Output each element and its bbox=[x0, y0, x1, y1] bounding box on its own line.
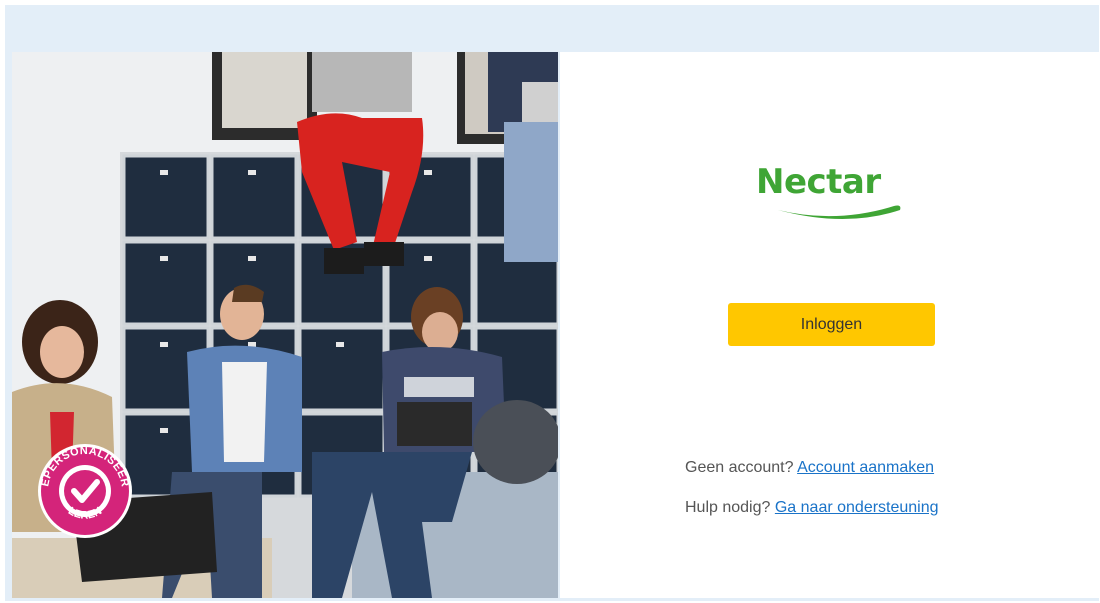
nectar-logo: Nectar bbox=[756, 162, 916, 222]
hero-photo: GEPERSONALISEERD LEREN bbox=[12, 52, 558, 598]
login-panel: Nectar Inloggen Geen account? Account aa… bbox=[560, 52, 1099, 598]
personalized-learning-badge: GEPERSONALISEERD LEREN bbox=[36, 442, 132, 538]
logo-text: Nectar bbox=[756, 162, 881, 202]
top-bar bbox=[5, 5, 1099, 51]
logo-swoosh-icon bbox=[778, 205, 901, 219]
support-link[interactable]: Ga naar ondersteuning bbox=[775, 499, 939, 516]
create-account-link[interactable]: Account aanmaken bbox=[797, 459, 934, 476]
no-account-text: Geen account? bbox=[685, 459, 794, 476]
need-help-text: Hulp nodig? bbox=[685, 499, 771, 516]
login-button[interactable]: Inloggen bbox=[728, 303, 935, 346]
create-account-row: Geen account? Account aanmaken bbox=[685, 459, 934, 477]
support-row: Hulp nodig? Ga naar ondersteuning bbox=[685, 499, 939, 517]
